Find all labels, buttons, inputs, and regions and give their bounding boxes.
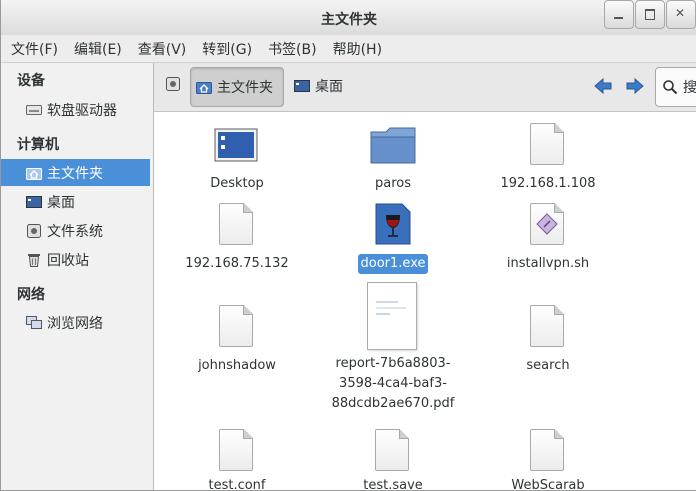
- file-item-paros[interactable]: paros: [328, 126, 458, 194]
- menu-go[interactable]: 转到(G): [194, 39, 260, 59]
- location-toolbar: 主文件夹 桌面 搜: [154, 63, 696, 112]
- path-button-label: 主文件夹: [217, 80, 273, 96]
- search-label: 搜: [683, 80, 696, 96]
- sidebar: 设备 软盘驱动器 计算机 主文件夹 桌面 文件系统 回收站 网络 浏览网络: [1, 63, 154, 490]
- home-folder-icon: [26, 166, 42, 180]
- home-folder-icon: [196, 80, 212, 94]
- file-item-192-168-1-108[interactable]: 192.168.1.108: [483, 123, 613, 194]
- window-controls: [604, 0, 696, 29]
- filesystem-icon: [26, 223, 42, 238]
- menu-view[interactable]: 查看(V): [130, 39, 195, 59]
- file-item-test-conf[interactable]: test.conf: [172, 429, 302, 491]
- text-file-icon: [172, 429, 302, 472]
- path-button-home[interactable]: 主文件夹: [190, 67, 284, 107]
- sidebar-item-home[interactable]: 主文件夹: [1, 159, 150, 186]
- network-icon: [26, 315, 42, 330]
- arrow-right-icon: [625, 77, 645, 95]
- file-name: door1.exe: [357, 254, 429, 274]
- back-button[interactable]: [591, 67, 615, 105]
- desktop-icon: [26, 195, 42, 209]
- menu-edit[interactable]: 编辑(E): [66, 39, 130, 59]
- text-file-icon: [483, 305, 613, 348]
- file-name: paros: [374, 176, 411, 191]
- forward-button[interactable]: [623, 67, 647, 105]
- file-item-installvpn-sh[interactable]: installvpn.sh: [483, 203, 613, 274]
- filesystem-root-button[interactable]: [162, 67, 184, 105]
- file-manager-window: 主文件夹 文件(F) 编辑(E) 查看(V) 转到(G) 书签(B) 帮助(H)…: [0, 0, 696, 491]
- file-name: test.conf: [208, 478, 266, 491]
- file-name: test.save: [363, 478, 423, 491]
- sidebar-item-label: 回收站: [47, 252, 89, 269]
- menu-help[interactable]: 帮助(H): [325, 39, 390, 59]
- folder-icon: [370, 126, 416, 168]
- trash-icon: [26, 253, 42, 267]
- file-icon-view: Desktop paros 192.168.1.108 192.168.75.1…: [154, 112, 696, 491]
- menu-file[interactable]: 文件(F): [3, 39, 66, 59]
- file-item-192-168-75-132[interactable]: 192.168.75.132: [172, 203, 302, 274]
- sidebar-item-trash[interactable]: 回收站: [1, 246, 150, 273]
- script-file-icon: [483, 203, 613, 246]
- search-icon: [662, 79, 678, 95]
- sidebar-item-label: 软盘驱动器: [47, 102, 117, 119]
- file-name-line: 88dcdb2ae670.pdf: [331, 396, 455, 411]
- file-item-test-save[interactable]: test.save: [328, 429, 458, 491]
- filesystem-icon: [166, 77, 180, 95]
- menu-bookmarks[interactable]: 书签(B): [260, 39, 325, 59]
- file-item-johnshadow[interactable]: johnshadow: [172, 305, 302, 376]
- title-bar[interactable]: 主文件夹: [1, 0, 696, 36]
- sidebar-item-label: 文件系统: [47, 223, 103, 240]
- file-item-search[interactable]: search: [483, 305, 613, 376]
- menu-bar: 文件(F) 编辑(E) 查看(V) 转到(G) 书签(B) 帮助(H): [1, 35, 696, 63]
- file-name-line: 3598-4ca4-baf3-: [339, 376, 447, 391]
- text-file-icon: [172, 203, 302, 246]
- sidebar-item-browse-network[interactable]: 浏览网络: [1, 309, 150, 336]
- sidebar-header-network: 网络: [17, 287, 45, 303]
- file-name: search: [526, 358, 570, 373]
- search-button[interactable]: 搜: [655, 67, 696, 107]
- file-name: installvpn.sh: [506, 256, 590, 271]
- wine-exe-icon: [375, 203, 411, 249]
- arrow-left-icon: [593, 77, 613, 95]
- minimize-button[interactable]: [604, 0, 634, 29]
- file-item-desktop[interactable]: Desktop: [172, 126, 302, 194]
- floppy-icon: [26, 103, 42, 117]
- close-button[interactable]: [666, 0, 696, 29]
- sidebar-item-label: 桌面: [47, 194, 75, 211]
- text-file-icon: [328, 429, 458, 472]
- file-name: 192.168.1.108: [500, 176, 596, 191]
- file-name: johnshadow: [198, 358, 276, 373]
- sidebar-item-label: 主文件夹: [47, 165, 103, 182]
- file-item-report-pdf[interactable]: report-7b6a8803- 3598-4ca4-baf3- 88dcdb2…: [328, 282, 458, 414]
- path-button-label: 桌面: [315, 79, 343, 95]
- file-name: WebScarab: [511, 478, 585, 491]
- file-name: Desktop: [210, 176, 264, 191]
- file-name: 192.168.75.132: [185, 256, 289, 271]
- sidebar-item-desktop[interactable]: 桌面: [1, 188, 150, 215]
- pdf-thumbnail-icon: [328, 282, 458, 350]
- maximize-button[interactable]: [635, 0, 665, 29]
- path-button-desktop[interactable]: 桌面: [290, 67, 350, 105]
- desktop-folder-icon: [214, 128, 258, 166]
- file-item-door1-exe[interactable]: door1.exe: [328, 203, 458, 274]
- text-file-icon: [483, 123, 613, 166]
- sidebar-item-filesystem[interactable]: 文件系统: [1, 217, 150, 244]
- text-file-icon: [172, 305, 302, 348]
- file-name-line: report-7b6a8803-: [335, 356, 451, 371]
- desktop-icon: [294, 79, 310, 93]
- sidebar-item-floppy[interactable]: 软盘驱动器: [1, 96, 150, 123]
- sidebar-header-computer: 计算机: [17, 137, 59, 153]
- file-item-webscarab[interactable]: WebScarab: [483, 429, 613, 491]
- text-file-icon: [483, 429, 613, 472]
- sidebar-header-devices: 设备: [17, 73, 45, 89]
- window-title: 主文件夹: [321, 12, 377, 28]
- sidebar-item-label: 浏览网络: [47, 315, 103, 332]
